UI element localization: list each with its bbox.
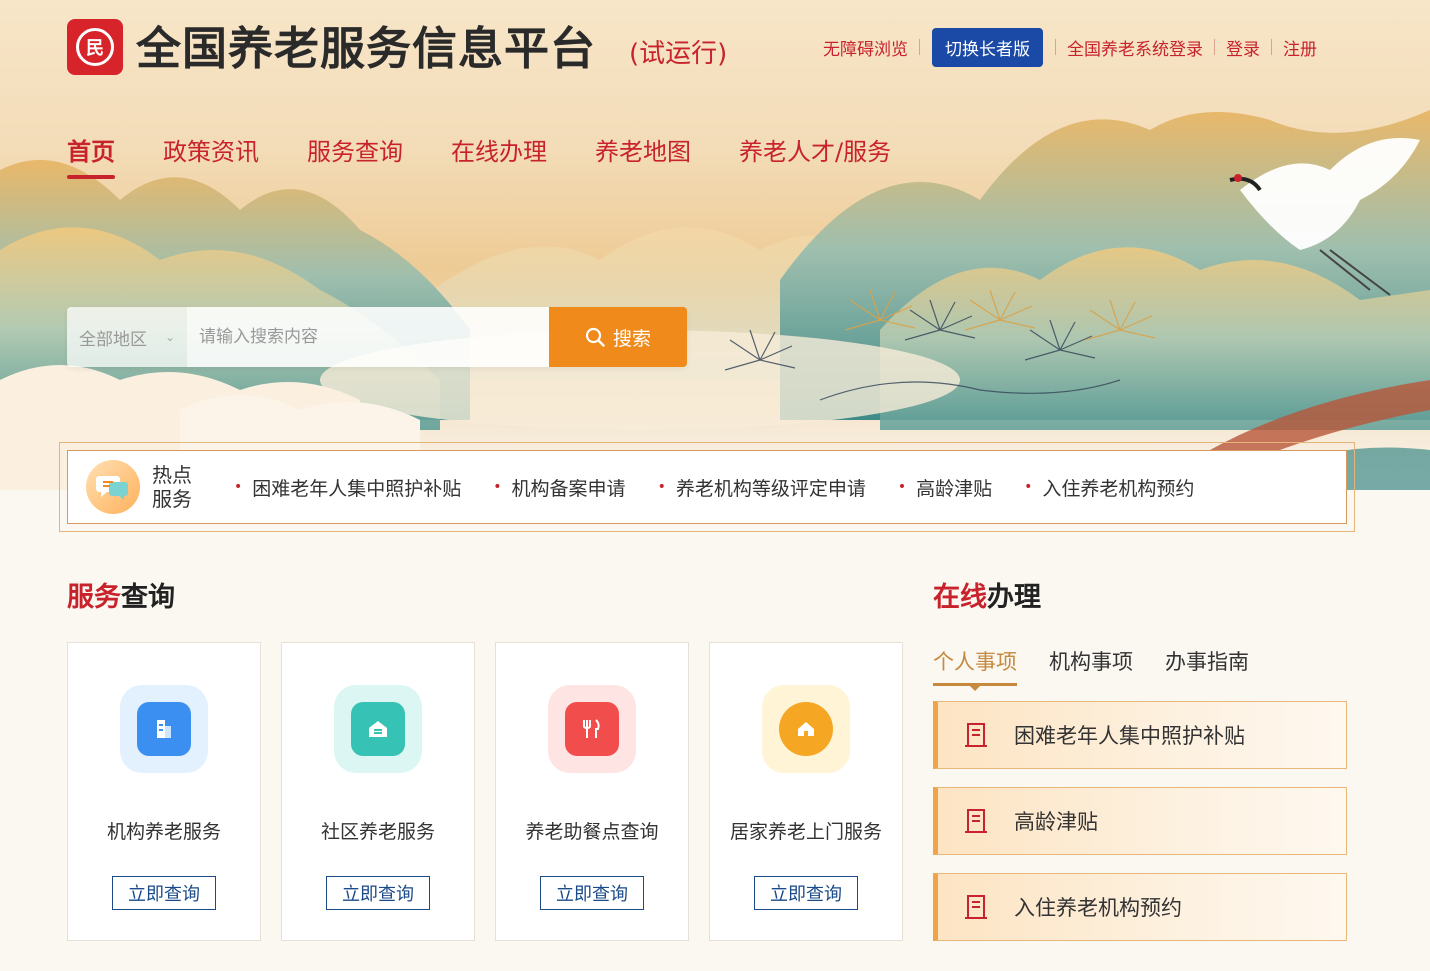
main-nav: 首页 政策资讯 服务查询 在线办理 养老地图 养老人才/服务: [67, 132, 939, 179]
hot-services-list: 困难老年人集中照护补贴 机构备案申请 养老机构等级评定申请 高龄津贴 入住养老机…: [234, 474, 1226, 501]
top-links: 无障碍浏览 切换长者版 全国养老系统登录 登录 注册: [812, 27, 1328, 67]
emblem-icon: 民: [76, 28, 114, 66]
online-tabs: 个人事项 机构事项 办事指南: [933, 646, 1281, 691]
query-button[interactable]: 立即查询: [754, 876, 858, 910]
register-link[interactable]: 注册: [1272, 35, 1328, 60]
card-icon-bg: [548, 685, 636, 773]
system-login-link[interactable]: 全国养老系统登录: [1056, 35, 1214, 60]
card-icon-bg: [120, 685, 208, 773]
service-card-home[interactable]: 居家养老上门服务 立即查询: [709, 642, 903, 941]
query-button[interactable]: 立即查询: [326, 876, 430, 910]
dining-icon: [565, 702, 619, 756]
online-list: 困难老年人集中照护补贴 高龄津贴 入住养老机构预约: [933, 701, 1347, 959]
home-icon: [779, 702, 833, 756]
hot-item-care-subsidy[interactable]: 困难老年人集中照护补贴: [234, 474, 461, 501]
document-icon: [965, 723, 987, 747]
document-icon: [965, 809, 987, 833]
nav-item-map[interactable]: 养老地图: [595, 132, 691, 179]
card-label: 机构养老服务: [106, 821, 221, 843]
online-item-care-subsidy[interactable]: 困难老年人集中照护补贴: [933, 701, 1347, 769]
service-query-title: 服务查询: [67, 575, 175, 614]
hot-title-line2: 服务: [152, 487, 192, 511]
hot-item-registration[interactable]: 机构备案申请: [493, 474, 626, 501]
card-label: 养老助餐点查询: [525, 821, 659, 843]
divider: [919, 39, 920, 55]
hot-title-line1: 热点: [152, 463, 192, 487]
online-title: 在线办理: [933, 575, 1041, 614]
search-bar: 全部地区 ⌄ 搜索: [67, 307, 687, 367]
hot-item-elderly-allowance[interactable]: 高龄津贴: [898, 474, 992, 501]
search-button[interactable]: 搜索: [549, 307, 687, 367]
card-icon-bg: [762, 685, 850, 773]
hot-services-title: 热点 服务: [152, 463, 212, 511]
site-title: 全国养老服务信息平台: [136, 22, 597, 75]
service-query-title-red: 服务: [67, 582, 121, 613]
hot-item-admission-booking[interactable]: 入住养老机构预约: [1024, 474, 1194, 501]
online-item-admission-booking[interactable]: 入住养老机构预约: [933, 873, 1347, 941]
site-logo[interactable]: 民: [67, 19, 123, 75]
elder-mode-button[interactable]: 切换长者版: [932, 27, 1043, 67]
card-label: 居家养老上门服务: [729, 821, 882, 843]
nav-item-talent[interactable]: 养老人才/服务: [739, 132, 891, 179]
tab-personal[interactable]: 个人事项: [933, 646, 1017, 691]
document-icon: [965, 895, 987, 919]
service-card-dining[interactable]: 养老助餐点查询 立即查询: [495, 642, 689, 941]
chevron-down-icon: ⌄: [164, 330, 175, 344]
hot-item-grade-rating[interactable]: 养老机构等级评定申请: [658, 474, 866, 501]
community-icon: [351, 702, 405, 756]
tab-guide[interactable]: 办事指南: [1165, 646, 1249, 686]
nav-item-service-query[interactable]: 服务查询: [307, 132, 403, 179]
nav-item-policy[interactable]: 政策资讯: [163, 132, 259, 179]
service-card-institution[interactable]: 机构养老服务 立即查询: [67, 642, 261, 941]
service-query-title-rest: 查询: [121, 582, 175, 613]
query-button[interactable]: 立即查询: [112, 876, 216, 910]
tab-institution[interactable]: 机构事项: [1049, 646, 1133, 686]
chat-bubble-icon: [86, 460, 140, 514]
online-title-rest: 办理: [987, 582, 1041, 613]
search-input[interactable]: [187, 307, 549, 367]
nav-item-online[interactable]: 在线办理: [451, 132, 547, 179]
card-label: 社区养老服务: [320, 821, 435, 843]
site-subtitle: (试运行): [629, 39, 728, 69]
hot-services-bar: 热点 服务 困难老年人集中照护补贴 机构备案申请 养老机构等级评定申请 高龄津贴…: [67, 450, 1347, 524]
region-select[interactable]: 全部地区 ⌄: [67, 307, 187, 367]
query-button[interactable]: 立即查询: [540, 876, 644, 910]
service-cards: 机构养老服务 立即查询 社区养老服务 立即查询 养老助餐点查询 立即查询 居家养…: [67, 642, 903, 941]
online-title-red: 在线: [933, 582, 987, 613]
building-icon: [137, 702, 191, 756]
card-icon-bg: [334, 685, 422, 773]
search-button-label: 搜索: [612, 327, 651, 350]
search-icon: [585, 327, 605, 347]
online-item-label: 入住养老机构预约: [1014, 896, 1182, 920]
region-select-value: 全部地区: [79, 329, 147, 350]
online-item-label: 高龄津贴: [1014, 810, 1098, 834]
online-item-elderly-allowance[interactable]: 高龄津贴: [933, 787, 1347, 855]
accessible-browse-link[interactable]: 无障碍浏览: [812, 35, 919, 60]
online-item-label: 困难老年人集中照护补贴: [1014, 724, 1245, 748]
nav-item-home[interactable]: 首页: [67, 132, 115, 179]
service-card-community[interactable]: 社区养老服务 立即查询: [281, 642, 475, 941]
login-link[interactable]: 登录: [1215, 35, 1271, 60]
